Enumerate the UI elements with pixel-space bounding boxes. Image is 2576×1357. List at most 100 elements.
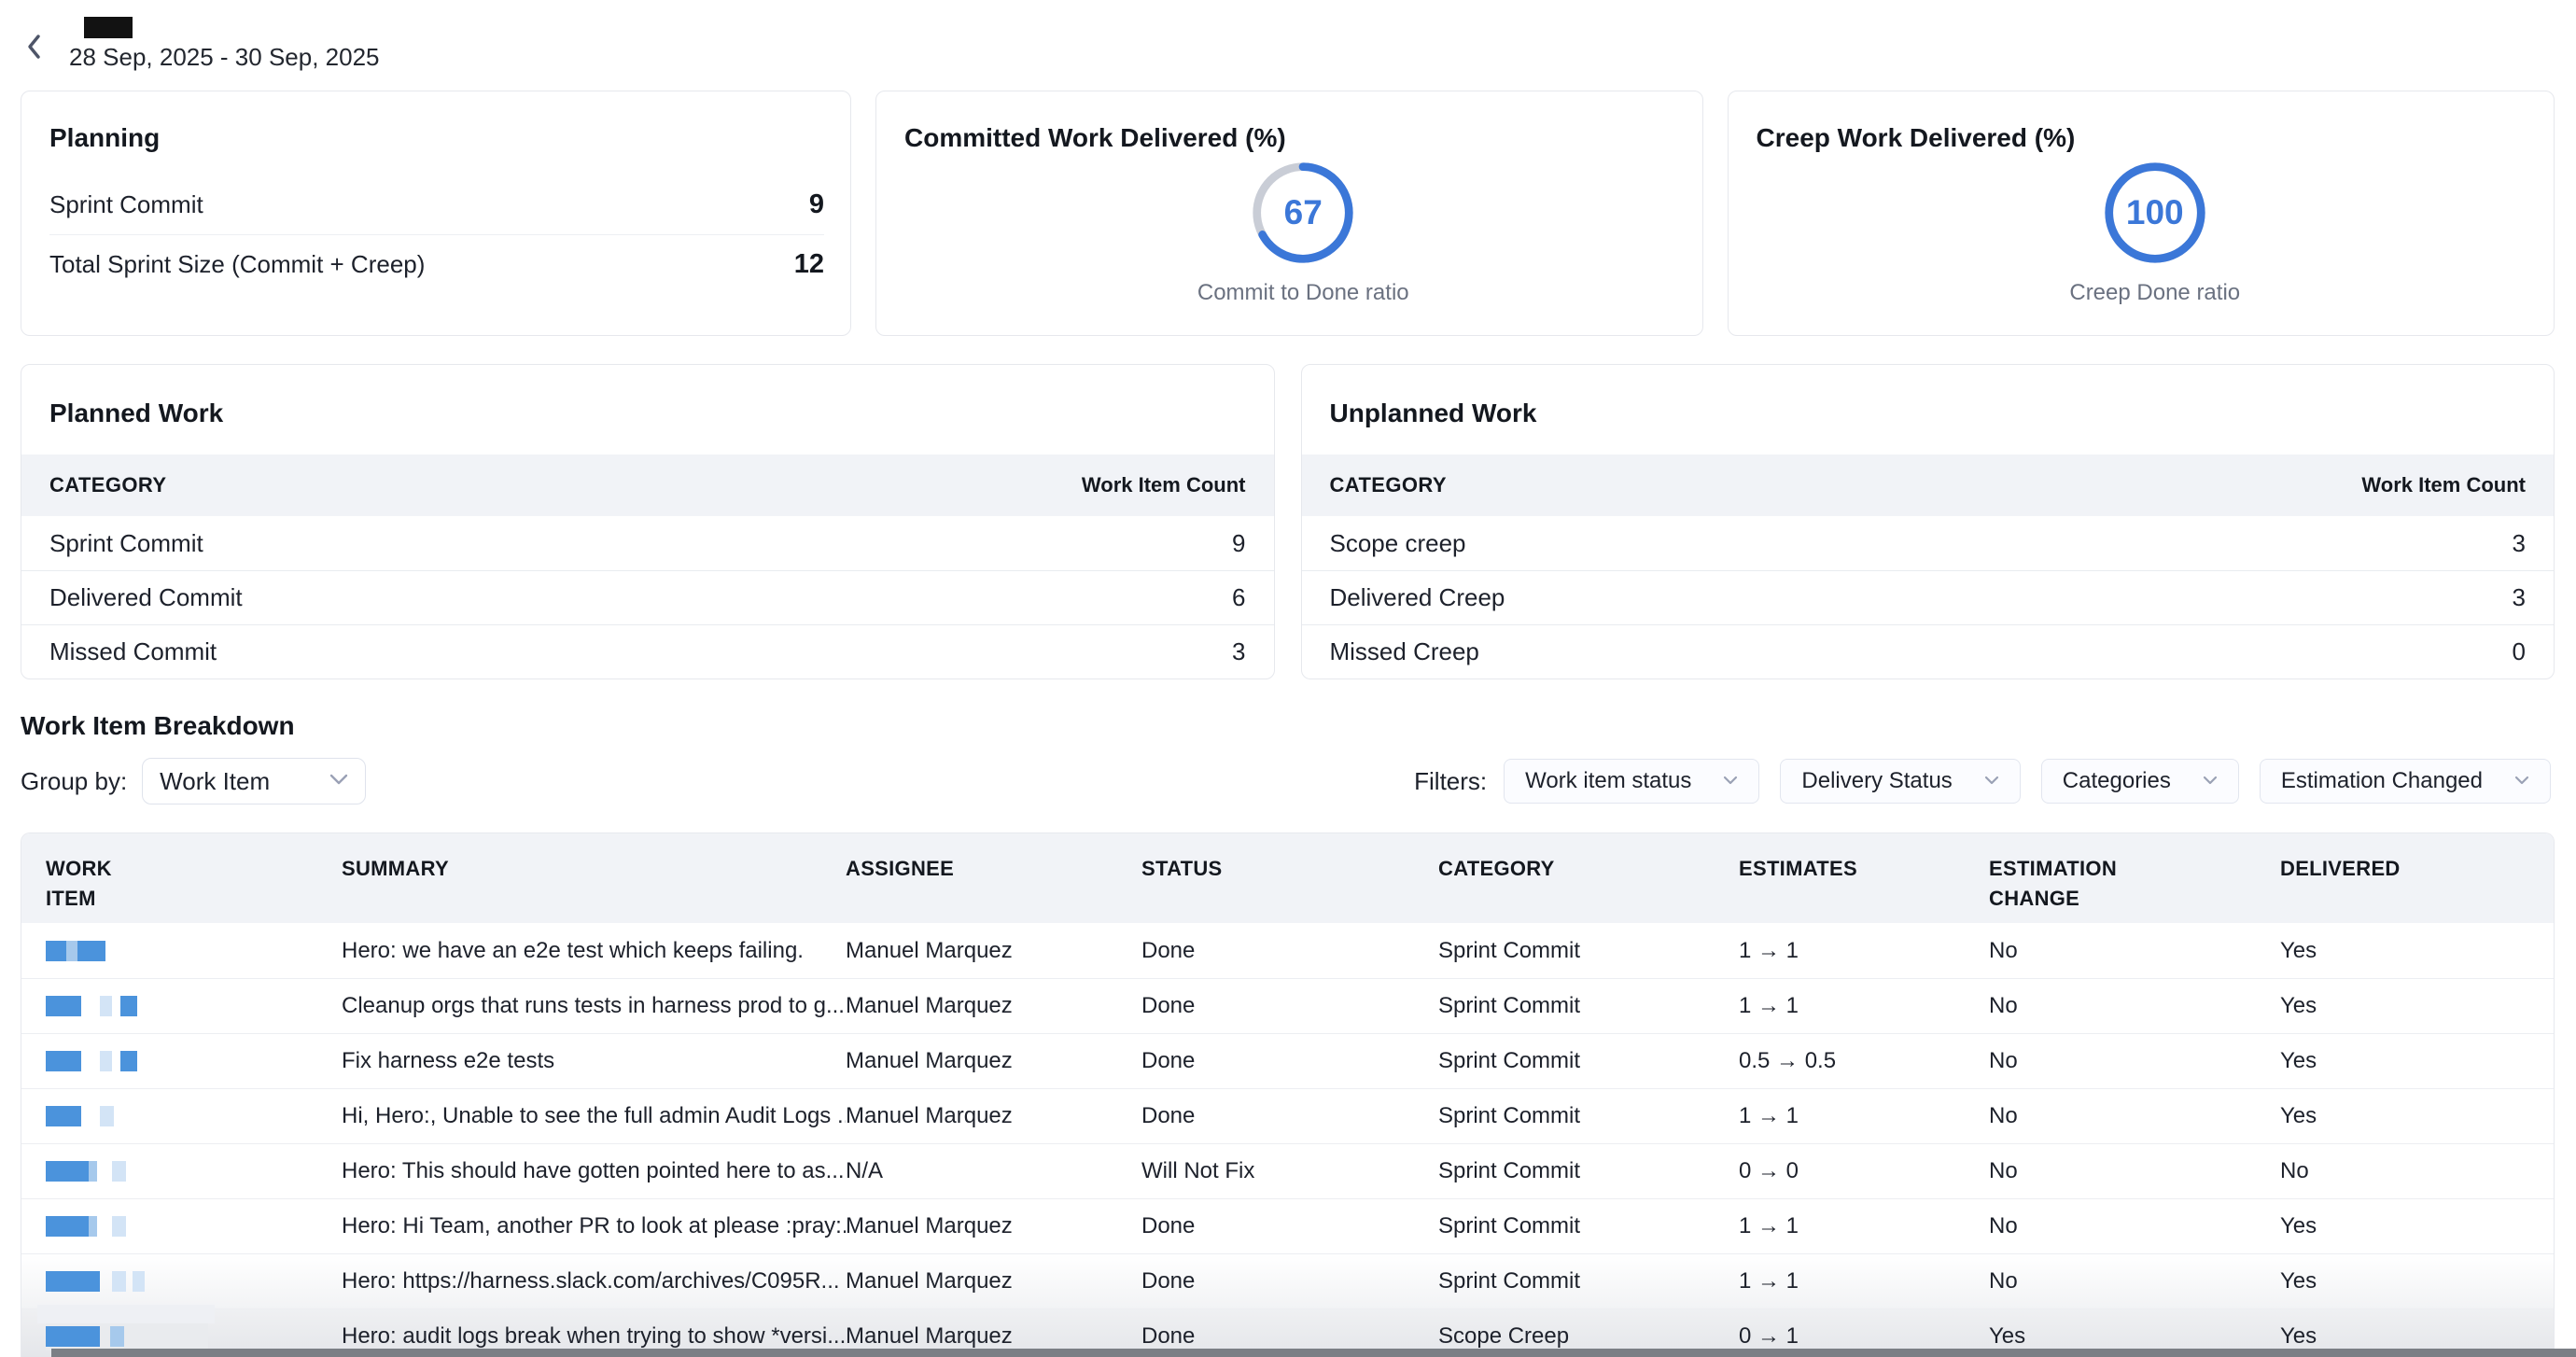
work-item-link-redacted[interactable] — [46, 995, 329, 1017]
column-header-count: Work Item Count — [1082, 473, 1246, 497]
filter-categories[interactable]: Categories — [2041, 759, 2239, 804]
block-gap — [100, 1326, 110, 1347]
cell-estimation-change: No — [1989, 993, 2280, 1019]
count-value: 3 — [2513, 583, 2526, 612]
redacted-block — [120, 996, 137, 1016]
cell-assignee: Manuel Marquez — [846, 993, 1141, 1019]
cell-assignee: Manuel Marquez — [846, 1268, 1141, 1294]
cell-assignee: Manuel Marquez — [846, 1048, 1141, 1074]
count-value: 6 — [1232, 583, 1245, 612]
category-label: Delivered Creep — [1330, 583, 1505, 612]
metric-value: 12 — [794, 249, 824, 280]
group-by-label: Group by: — [21, 767, 127, 796]
redacted-block — [112, 1271, 126, 1292]
redacted-block — [133, 1271, 145, 1292]
planned-work-title: Planned Work — [21, 399, 1274, 428]
work-item-link-redacted[interactable] — [46, 1160, 329, 1182]
cell-status: Will Not Fix — [1141, 1158, 1438, 1184]
planning-row-total-sprint-size: Total Sprint Size (Commit + Creep) 12 — [49, 234, 824, 293]
column-header-delivered: DELIVERED — [2280, 854, 2554, 923]
cell-estimates: 1 → 1 — [1739, 1213, 1989, 1239]
work-tables-row: Planned Work CATEGORY Work Item Count Sp… — [21, 364, 2555, 679]
cell-delivered: Yes — [2280, 1323, 2554, 1350]
cell-assignee: N/A — [846, 1158, 1141, 1184]
planning-card: Planning Sprint Commit 9 Total Sprint Si… — [21, 91, 851, 336]
planning-card-title: Planning — [49, 123, 824, 153]
redacted-block — [89, 1161, 97, 1182]
cell-summary: Hero: This should have gotten pointed he… — [342, 1158, 846, 1184]
cell-estimation-change: Yes — [1989, 1323, 2280, 1350]
cell-category: Sprint Commit — [1438, 938, 1739, 964]
cell-status: Done — [1141, 993, 1438, 1019]
cell-summary: Hero: audit logs break when trying to sh… — [342, 1323, 846, 1350]
cell-delivered: Yes — [2280, 1048, 2554, 1074]
table-row[interactable]: Hero: This should have gotten pointed he… — [21, 1143, 2554, 1198]
column-header-estimation-change: ESTIMATIONCHANGE — [1989, 854, 2280, 923]
category-label: Missed Commit — [49, 637, 217, 666]
cell-category: Scope Creep — [1438, 1323, 1739, 1350]
cell-estimates: 1 → 1 — [1739, 1103, 1989, 1129]
table-row: Delivered Commit 6 — [21, 570, 1274, 624]
table-row[interactable]: Cleanup orgs that runs tests in harness … — [21, 978, 2554, 1033]
committed-caption: Commit to Done ratio — [1197, 280, 1409, 306]
work-item-link-redacted[interactable] — [46, 1215, 329, 1238]
filter-estimation-changed[interactable]: Estimation Changed — [2260, 759, 2551, 804]
filter-delivery-status[interactable]: Delivery Status — [1780, 759, 2020, 804]
table-row[interactable]: Hi, Hero:, Unable to see the full admin … — [21, 1088, 2554, 1143]
table-row: Missed Commit 3 — [21, 624, 1274, 678]
unplanned-work-card: Unplanned Work CATEGORY Work Item Count … — [1301, 364, 2555, 679]
redacted-block — [46, 1051, 81, 1071]
table-row[interactable]: Hero: we have an e2e test which keeps fa… — [21, 923, 2554, 978]
redacted-work-item-label — [37, 1305, 215, 1323]
work-item-link-redacted[interactable] — [46, 1322, 208, 1350]
filter-label: Categories — [2063, 768, 2171, 794]
cell-estimation-change: No — [1989, 1213, 2280, 1239]
redacted-block — [110, 1326, 124, 1347]
cell-estimation-change: No — [1989, 1048, 2280, 1074]
table-row[interactable]: Hero: Hi Team, another PR to look at ple… — [21, 1198, 2554, 1253]
work-item-table-body: Hero: we have an e2e test which keeps fa… — [21, 923, 2554, 1357]
work-item-link-redacted[interactable] — [46, 1105, 329, 1127]
cell-estimates: 0 → 1 — [1739, 1323, 1989, 1350]
back-button[interactable] — [24, 32, 45, 64]
work-item-link-redacted[interactable] — [46, 1050, 329, 1072]
column-header-category: CATEGORY — [1438, 854, 1739, 923]
chevron-down-icon — [329, 773, 348, 790]
redacted-block — [46, 1326, 100, 1347]
redacted-block — [100, 1106, 114, 1126]
count-value: 3 — [1232, 637, 1245, 666]
planned-work-header: CATEGORY Work Item Count — [21, 455, 1274, 516]
planning-row-sprint-commit: Sprint Commit 9 — [49, 175, 824, 234]
filter-label: Delivery Status — [1801, 768, 1952, 794]
group-by-select[interactable]: Work Item — [142, 758, 366, 804]
table-row: Missed Creep 0 — [1302, 624, 2555, 678]
metric-value: 9 — [809, 189, 824, 220]
cell-assignee: Manuel Marquez — [846, 1213, 1141, 1239]
breakdown-section-title: Work Item Breakdown — [21, 711, 2576, 741]
creep-work-title: Creep Work Delivered (%) — [1757, 123, 2555, 153]
cell-assignee: Manuel Marquez — [846, 1323, 1141, 1350]
work-item-link-redacted[interactable] — [46, 1270, 329, 1293]
planned-work-card: Planned Work CATEGORY Work Item Count Sp… — [21, 364, 1275, 679]
cell-status: Done — [1141, 938, 1438, 964]
cell-estimation-change: No — [1989, 1103, 2280, 1129]
creep-donut-gauge: 100 — [2101, 159, 2209, 267]
summary-cards-row: Planning Sprint Commit 9 Total Sprint Si… — [21, 91, 2555, 336]
filters-label: Filters: — [1414, 767, 1487, 796]
creep-percent-value: 100 — [2101, 159, 2209, 267]
committed-donut-gauge: 67 — [1249, 159, 1357, 267]
filter-work-item-status[interactable]: Work item status — [1504, 759, 1759, 804]
block-gap — [97, 1161, 112, 1182]
cell-assignee: Manuel Marquez — [846, 938, 1141, 964]
metric-label: Total Sprint Size (Commit + Creep) — [49, 250, 425, 279]
table-row[interactable]: Hero: https://harness.slack.com/archives… — [21, 1253, 2554, 1308]
redacted-block — [100, 1051, 112, 1071]
work-item-link-redacted[interactable] — [46, 940, 329, 962]
committed-percent-value: 67 — [1249, 159, 1357, 267]
cell-delivered: Yes — [2280, 993, 2554, 1019]
table-row[interactable]: Fix harness e2e testsManuel MarquezDoneS… — [21, 1033, 2554, 1088]
cell-status: Done — [1141, 1323, 1438, 1350]
cell-summary: Hi, Hero:, Unable to see the full admin … — [342, 1103, 846, 1129]
block-gap — [81, 1106, 100, 1126]
filter-chips: Work item status Delivery Status Categor… — [1504, 759, 2551, 804]
